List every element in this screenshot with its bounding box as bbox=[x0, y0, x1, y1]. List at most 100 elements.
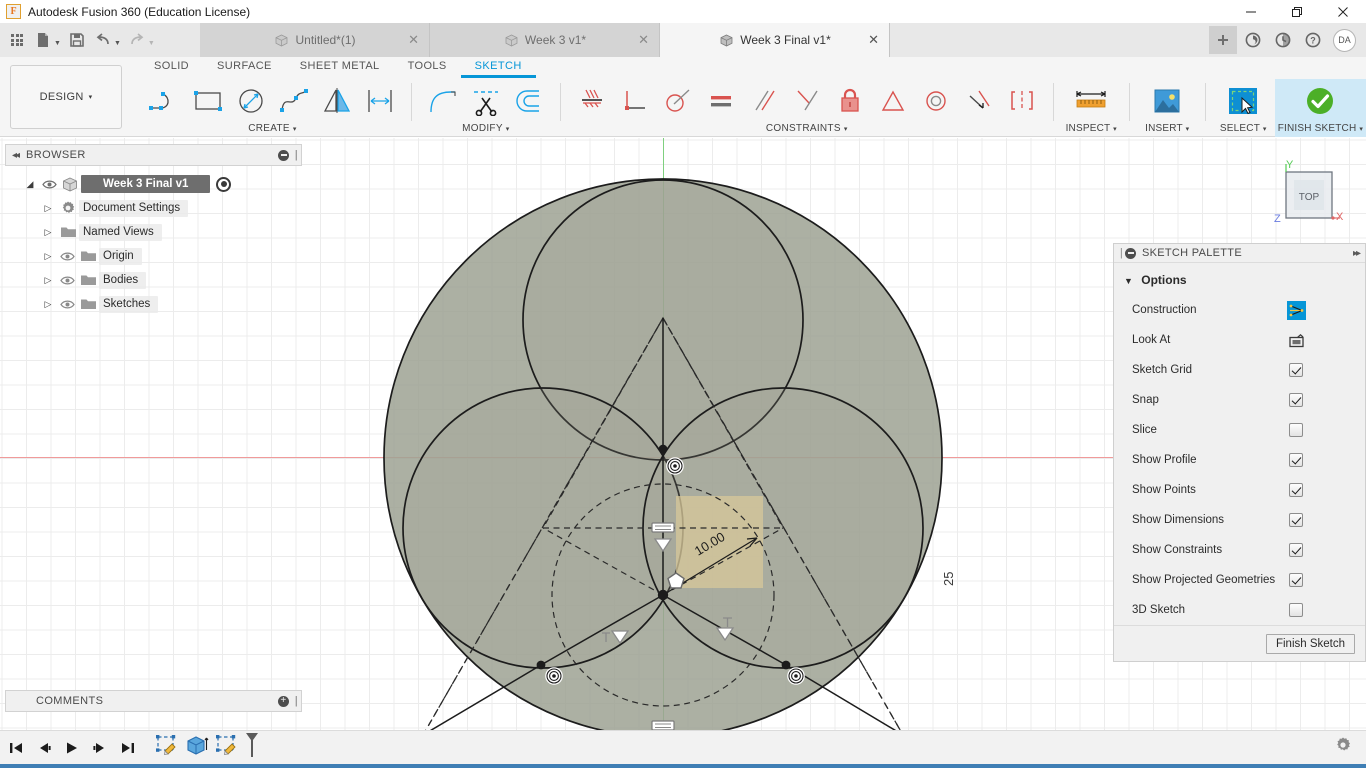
palette-option-show-points[interactable]: Show Points bbox=[1114, 475, 1365, 505]
recent-icon[interactable] bbox=[1269, 26, 1297, 54]
ribbon-tab-tools[interactable]: TOOLS bbox=[394, 57, 461, 78]
palette-option-show-dimensions[interactable]: Show Dimensions bbox=[1114, 505, 1365, 535]
panel-insert[interactable]: INSERT ▾ bbox=[1136, 79, 1199, 137]
add-comment-icon[interactable]: + bbox=[278, 695, 289, 707]
panel-label-create[interactable]: CREATE ▾ bbox=[144, 123, 401, 137]
collapse-icon[interactable]: ◂◂ bbox=[12, 150, 20, 161]
line-icon[interactable] bbox=[144, 80, 186, 122]
show-dimensions-checkbox[interactable] bbox=[1289, 513, 1303, 527]
ribbon-tab-sketch[interactable]: SKETCH bbox=[460, 57, 536, 78]
panel-finish-sketch[interactable]: FINISH SKETCH ▾ bbox=[1274, 79, 1366, 137]
timeline-feature-sketch-1[interactable] bbox=[152, 732, 180, 763]
palette-option-show-projected-geometries[interactable]: Show Projected Geometries bbox=[1114, 565, 1365, 595]
palette-option-snap[interactable]: Snap bbox=[1114, 385, 1365, 415]
show-profile-checkbox[interactable] bbox=[1289, 453, 1303, 467]
mirror-icon[interactable] bbox=[316, 80, 358, 122]
avatar[interactable]: DA bbox=[1333, 28, 1356, 52]
browser-header[interactable]: ◂◂ BROWSER ||| bbox=[5, 144, 302, 166]
panel-select[interactable]: SELECT ▾ bbox=[1212, 79, 1275, 137]
options-section-header[interactable]: ▼ Options bbox=[1114, 263, 1365, 295]
undo-caret-icon[interactable]: ▼ bbox=[114, 34, 121, 47]
midpoint-icon[interactable] bbox=[872, 80, 914, 122]
jump-start-icon[interactable] bbox=[4, 734, 28, 762]
offset-icon[interactable] bbox=[508, 80, 550, 122]
comments-panel[interactable]: COMMENTS + ||| bbox=[5, 690, 302, 712]
minimize-button[interactable] bbox=[1228, 0, 1274, 23]
collinear-icon[interactable] bbox=[958, 80, 1000, 122]
3d-sketch-checkbox[interactable] bbox=[1289, 603, 1303, 617]
add-tab-button[interactable] bbox=[1209, 26, 1237, 54]
document-tab-close[interactable]: ✕ bbox=[638, 32, 649, 48]
show-projected-geometries-checkbox[interactable] bbox=[1289, 573, 1303, 587]
ribbon-tab-sheet-metal[interactable]: SHEET METAL bbox=[286, 57, 394, 78]
new-file-icon[interactable] bbox=[31, 27, 55, 53]
show-constraints-checkbox[interactable] bbox=[1289, 543, 1303, 557]
equal-icon[interactable] bbox=[700, 80, 742, 122]
palette-option-construction[interactable]: Construction bbox=[1114, 295, 1365, 325]
expand-caret-icon[interactable]: ▷ bbox=[39, 275, 57, 286]
app-grid-icon[interactable] bbox=[5, 27, 29, 53]
sketch-palette-header[interactable]: || SKETCH PALETTE ▸▸ bbox=[1114, 244, 1365, 263]
visibility-eye-icon[interactable] bbox=[57, 275, 77, 286]
circle-icon[interactable] bbox=[230, 80, 272, 122]
expand-caret-icon[interactable]: ▷ bbox=[39, 227, 57, 238]
coincident-icon[interactable] bbox=[571, 80, 613, 122]
fillet-icon[interactable] bbox=[422, 80, 464, 122]
expand-caret-icon[interactable]: ▷ bbox=[39, 251, 57, 262]
palette-option-show-profile[interactable]: Show Profile bbox=[1114, 445, 1365, 475]
browser-node-sketches[interactable]: ▷ Sketches bbox=[5, 292, 302, 316]
palette-option-show-constraints[interactable]: Show Constraints bbox=[1114, 535, 1365, 565]
help-icon[interactable]: ? bbox=[1299, 26, 1327, 54]
palette-option-sketch-grid[interactable]: Sketch Grid bbox=[1114, 355, 1365, 385]
ribbon-tab-solid[interactable]: SOLID bbox=[140, 57, 203, 78]
view-cube[interactable]: TOP Y X Z bbox=[1266, 156, 1346, 236]
panel-label-constraints[interactable]: CONSTRAINTS ▾ bbox=[571, 123, 1043, 137]
redo-icon[interactable] bbox=[125, 27, 149, 53]
document-tab-1[interactable]: Week 3 v1* ✕ bbox=[430, 23, 660, 57]
minimize-panel-icon[interactable] bbox=[278, 149, 289, 161]
browser-node-bodies[interactable]: ▷ Bodies bbox=[5, 268, 302, 292]
minimize-panel-icon[interactable] bbox=[1125, 247, 1136, 259]
data-panel-icon[interactable] bbox=[1239, 26, 1267, 54]
visibility-eye-icon[interactable] bbox=[57, 251, 77, 262]
sketch-grid-checkbox[interactable] bbox=[1289, 363, 1303, 377]
browser-node-origin[interactable]: ▷ Origin bbox=[5, 244, 302, 268]
expand-caret-icon[interactable]: ▷ bbox=[39, 203, 57, 214]
document-tab-close[interactable]: ✕ bbox=[408, 32, 419, 48]
finish-sketch-button[interactable]: Finish Sketch bbox=[1265, 633, 1355, 654]
settings-gear-icon[interactable] bbox=[1334, 736, 1352, 759]
browser-node-named-views[interactable]: ▷ Named Views bbox=[5, 220, 302, 244]
visibility-eye-icon[interactable] bbox=[39, 179, 59, 190]
parallel-icon[interactable] bbox=[743, 80, 785, 122]
show-points-checkbox[interactable] bbox=[1289, 483, 1303, 497]
panel-inspect[interactable]: INSPECT ▾ bbox=[1060, 79, 1123, 137]
concentric-icon[interactable] bbox=[915, 80, 957, 122]
slice-checkbox[interactable] bbox=[1289, 423, 1303, 437]
trim-icon[interactable] bbox=[465, 80, 507, 122]
workspace-selector[interactable]: DESIGN ▾ bbox=[10, 65, 122, 129]
document-tab-2[interactable]: Week 3 Final v1* ✕ bbox=[660, 23, 890, 57]
step-forward-icon[interactable] bbox=[88, 734, 112, 762]
browser-node-document-settings[interactable]: ▷ Document Settings bbox=[5, 196, 302, 220]
undo-icon[interactable] bbox=[91, 27, 115, 53]
palette-option-look-at[interactable]: Look At bbox=[1114, 325, 1365, 355]
browser-node-root[interactable]: ◢ Week 3 Final v1 bbox=[5, 172, 302, 196]
jump-end-icon[interactable] bbox=[116, 734, 140, 762]
expand-caret-icon[interactable]: ◢ bbox=[21, 179, 39, 190]
timeline-marker-icon[interactable] bbox=[244, 731, 260, 764]
ribbon-tab-surface[interactable]: SURFACE bbox=[203, 57, 286, 78]
palette-option-slice[interactable]: Slice bbox=[1114, 415, 1365, 445]
fix-icon[interactable] bbox=[829, 80, 871, 122]
activate-radio[interactable] bbox=[216, 176, 232, 192]
construction-icon[interactable] bbox=[1287, 300, 1306, 320]
visibility-eye-icon[interactable] bbox=[57, 299, 77, 310]
document-tab-close[interactable]: ✕ bbox=[868, 32, 879, 48]
redo-caret-icon[interactable]: ▼ bbox=[148, 34, 155, 47]
expand-panel-icon[interactable]: ▸▸ bbox=[1353, 248, 1361, 259]
step-back-icon[interactable] bbox=[32, 734, 56, 762]
new-file-caret-icon[interactable]: ▼ bbox=[54, 34, 61, 47]
panel-label-modify[interactable]: MODIFY ▾ bbox=[422, 123, 550, 137]
maximize-button[interactable] bbox=[1274, 0, 1320, 23]
palette-option-3d-sketch[interactable]: 3D Sketch bbox=[1114, 595, 1365, 625]
expand-caret-icon[interactable]: ▷ bbox=[39, 299, 57, 310]
